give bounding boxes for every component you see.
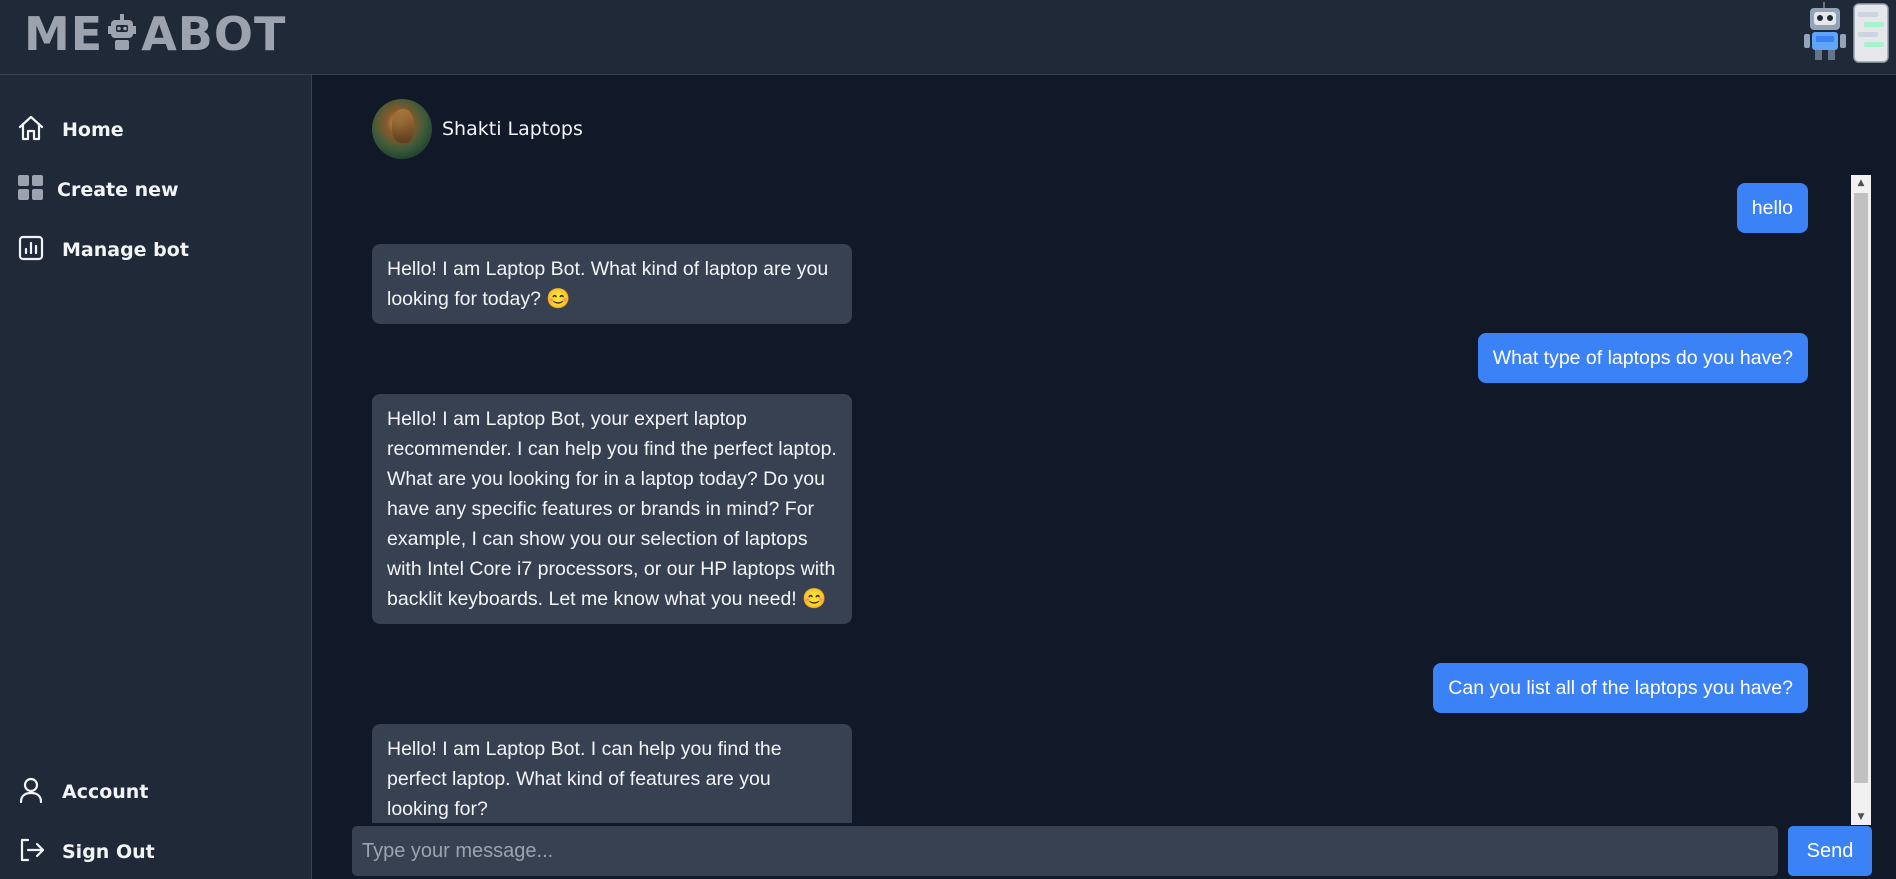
send-button[interactable]: Send <box>1788 826 1872 876</box>
bot-message: Hello! I am Laptop Bot. What kind of lap… <box>372 244 852 324</box>
sidebar-item-sign-out[interactable]: Sign Out <box>16 832 155 872</box>
sidebar-item-label: Sign Out <box>62 841 155 863</box>
bot-avatar <box>372 99 432 159</box>
chat-scrollbar[interactable]: ▲ ▼ <box>1851 175 1871 825</box>
home-icon <box>16 113 46 148</box>
scroll-down-arrow-icon[interactable]: ▼ <box>1851 809 1871 825</box>
robot-mascot-icon <box>1802 0 1892 66</box>
top-header: ME ABOT <box>0 0 1896 75</box>
scrollbar-thumb[interactable] <box>1854 193 1868 783</box>
app-logo[interactable]: ME ABOT <box>24 6 286 62</box>
sidebar-item-create-new[interactable]: Create new <box>16 170 179 210</box>
chat-messages[interactable]: hello Hello! I am Laptop Bot. What kind … <box>372 175 1850 823</box>
grid-icon <box>16 173 46 208</box>
logo-robot-icon <box>107 12 137 56</box>
bot-message: Hello! I am Laptop Bot. I can help you f… <box>372 724 852 823</box>
sidebar-item-home[interactable]: Home <box>16 110 124 150</box>
user-icon <box>16 775 46 810</box>
sidebar-item-label: Manage bot <box>62 239 189 261</box>
bot-message: Hello! I am Laptop Bot, your expert lapt… <box>372 394 852 624</box>
sidebar-item-manage-bot[interactable]: Manage bot <box>16 230 189 270</box>
bot-header: Shakti Laptops <box>372 98 583 160</box>
chart-icon <box>16 233 46 268</box>
sidebar-item-account[interactable]: Account <box>16 772 148 812</box>
sidebar: Home Create new Manage bot Account Sign … <box>0 75 312 879</box>
message-input[interactable] <box>352 826 1778 876</box>
sidebar-item-label: Home <box>62 119 124 141</box>
scroll-up-arrow-icon[interactable]: ▲ <box>1851 175 1871 191</box>
sidebar-item-label: Create new <box>57 179 179 201</box>
sign-out-icon <box>16 835 46 870</box>
logo-text-part1: ME <box>24 7 104 61</box>
user-message: What type of laptops do you have? <box>1477 333 1808 383</box>
message-composer: Send <box>352 826 1872 876</box>
logo-text-part2: ABOT <box>141 7 287 61</box>
sidebar-item-label: Account <box>62 781 149 803</box>
user-message: Can you list all of the laptops you have… <box>1433 663 1808 713</box>
user-message: hello <box>1736 183 1808 233</box>
bot-name: Shakti Laptops <box>442 118 583 140</box>
